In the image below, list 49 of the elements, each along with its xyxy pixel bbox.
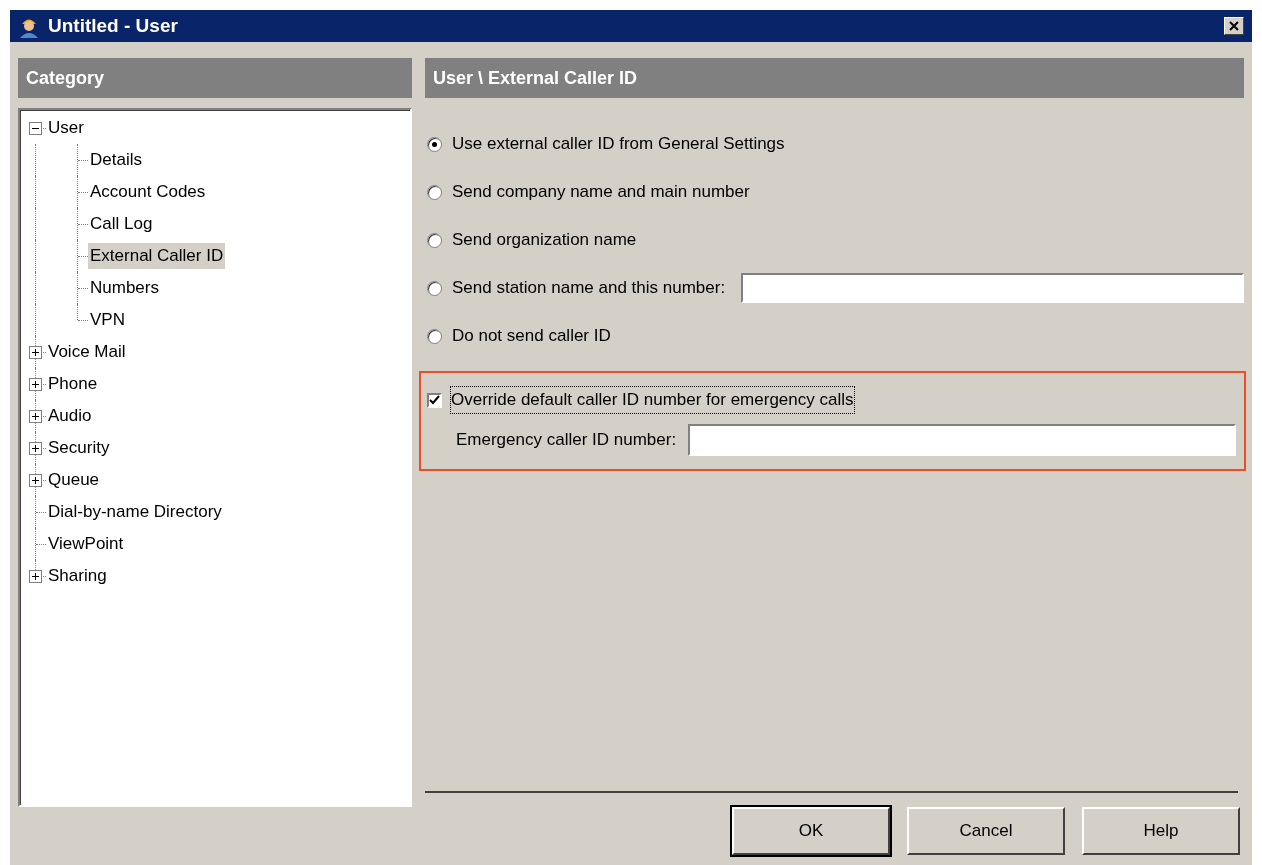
dialog-button[interactable]: Help bbox=[1082, 807, 1240, 855]
station-number-field[interactable] bbox=[741, 273, 1244, 303]
radio-button[interactable] bbox=[427, 280, 442, 296]
window-title: Untitled - User bbox=[48, 13, 178, 38]
override-label: Override default caller ID number for emergency calls bbox=[450, 386, 855, 414]
tree-item[interactable]: Security bbox=[46, 435, 112, 461]
close-icon bbox=[1229, 21, 1239, 31]
plus-icon bbox=[31, 412, 40, 421]
tree-item[interactable]: Call Log bbox=[88, 211, 155, 237]
tree-item[interactable]: External Caller ID bbox=[88, 243, 226, 269]
close-button[interactable] bbox=[1224, 17, 1244, 35]
category-header: Category bbox=[18, 58, 412, 98]
plus-icon bbox=[31, 380, 40, 389]
dialog-button[interactable]: OK bbox=[732, 807, 890, 855]
tree-item[interactable]: Queue bbox=[46, 467, 102, 493]
tree-item[interactable]: Voice Mail bbox=[46, 339, 128, 365]
option-label: Send station name and this number: bbox=[452, 277, 726, 300]
checkbox[interactable] bbox=[427, 392, 442, 408]
tree-item[interactable]: Sharing bbox=[46, 563, 109, 589]
option-label: Use external caller ID from General Settings bbox=[452, 133, 785, 156]
plus-icon bbox=[31, 572, 40, 581]
tree-item[interactable]: Account Codes bbox=[88, 179, 208, 205]
tree-item[interactable]: User bbox=[46, 115, 86, 141]
expand-toggle[interactable] bbox=[29, 442, 42, 455]
option-label: Send company name and main number bbox=[452, 181, 750, 204]
tree-item[interactable]: Audio bbox=[46, 403, 94, 429]
emergency-number-field[interactable] bbox=[688, 423, 1236, 456]
option-label: Do not send caller ID bbox=[452, 325, 611, 348]
expand-toggle[interactable] bbox=[29, 346, 42, 359]
panel-header: User \ External Caller ID bbox=[425, 58, 1244, 98]
tree-item[interactable]: ViewPoint bbox=[46, 531, 126, 557]
tree-item[interactable]: Numbers bbox=[88, 275, 161, 301]
plus-icon bbox=[31, 444, 40, 453]
tree-item[interactable]: VPN bbox=[88, 307, 127, 333]
radio-button[interactable] bbox=[427, 232, 442, 248]
field-label: Emergency caller ID number: bbox=[456, 429, 677, 451]
collapse-toggle[interactable] bbox=[29, 122, 42, 135]
tree-item[interactable]: Details bbox=[88, 147, 144, 173]
expand-toggle[interactable] bbox=[29, 570, 42, 583]
dialog-button[interactable]: Cancel bbox=[907, 807, 1065, 855]
expand-toggle[interactable] bbox=[29, 410, 42, 423]
option-label: Send organization name bbox=[452, 229, 637, 252]
plus-icon bbox=[31, 476, 40, 485]
expand-toggle[interactable] bbox=[29, 474, 42, 487]
tree-item[interactable]: Dial-by-name Directory bbox=[46, 499, 224, 525]
expand-toggle[interactable] bbox=[29, 378, 42, 391]
plus-icon bbox=[31, 348, 40, 357]
tree-item[interactable]: Phone bbox=[46, 371, 100, 397]
radio-button[interactable] bbox=[427, 184, 442, 200]
